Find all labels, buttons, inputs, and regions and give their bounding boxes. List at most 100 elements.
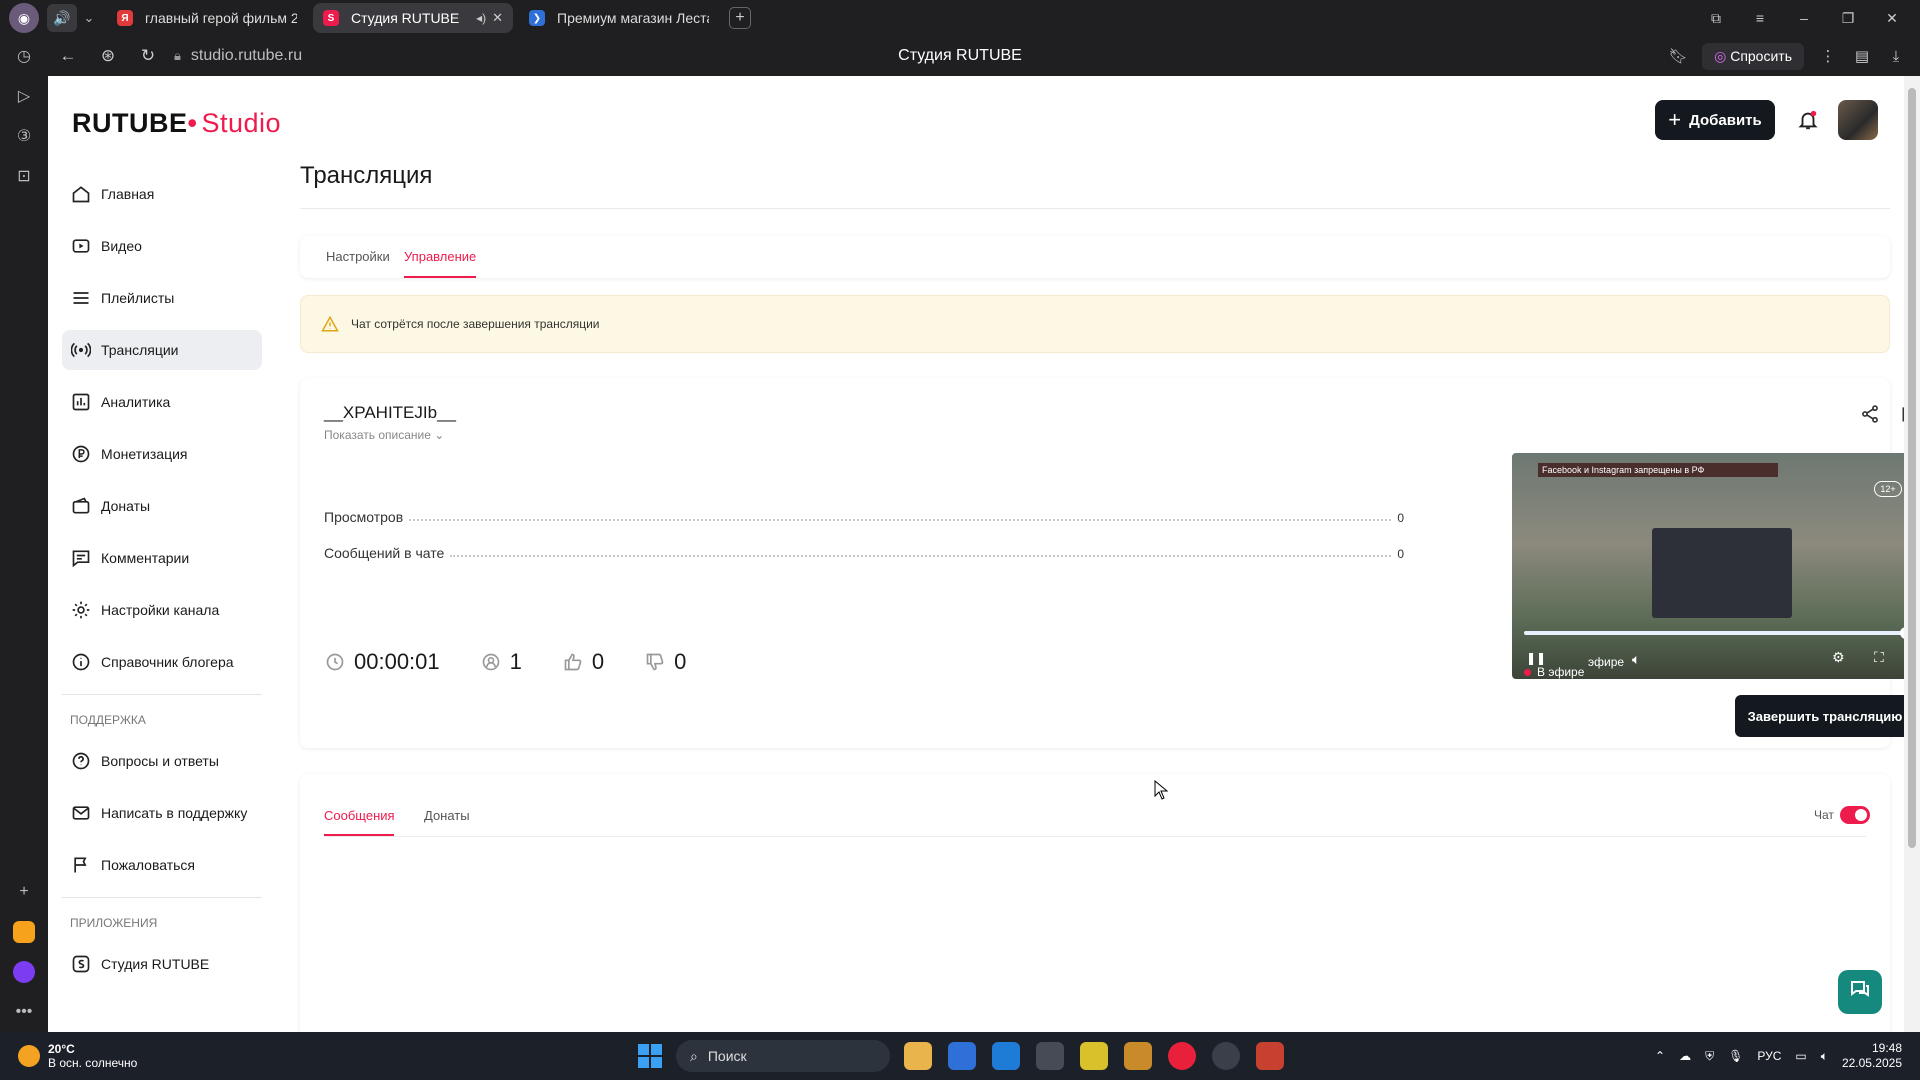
game-client-icon[interactable] bbox=[1256, 1042, 1284, 1070]
browser-tab-1[interactable]: Я главный герой фильм 20 bbox=[107, 3, 307, 33]
minimize-icon[interactable]: – bbox=[1782, 10, 1826, 27]
pause-icon[interactable]: ❚❚ bbox=[1526, 651, 1546, 665]
tab-donations[interactable]: Донаты bbox=[424, 808, 470, 823]
bookmark-icon[interactable]: 🔖︎ bbox=[1668, 47, 1688, 65]
bell-icon[interactable] bbox=[1794, 106, 1822, 134]
sidebar-item-channel-settings[interactable]: Настройки канала bbox=[62, 590, 262, 630]
chat-warning-banner: Чат сотрётся после завершения трансляции bbox=[300, 295, 1890, 353]
sidebar-item-label: Трансляции bbox=[101, 342, 179, 358]
show-description-toggle[interactable]: Показать описание ⌄ bbox=[324, 428, 444, 442]
end-stream-button[interactable]: Завершить трансляцию bbox=[1735, 695, 1904, 737]
shield-icon[interactable]: ⛨ bbox=[1705, 1049, 1714, 1064]
chat-toggle[interactable] bbox=[1840, 806, 1870, 824]
restore-icon[interactable]: ❐ bbox=[1826, 10, 1870, 27]
tab-manager-icon[interactable]: ⧉ bbox=[1694, 10, 1738, 27]
tab-list-chevron-icon[interactable]: ⌄ bbox=[77, 10, 101, 26]
browser-profile-avatar[interactable]: ◉ bbox=[9, 3, 39, 33]
volume-icon[interactable]: 🔈︎ bbox=[1632, 651, 1640, 668]
app-icon[interactable] bbox=[1124, 1042, 1152, 1070]
tray-chevron-icon[interactable]: ⌃ bbox=[1655, 1049, 1665, 1063]
microphone-icon[interactable]: 🎙︎ bbox=[1728, 1049, 1743, 1063]
tab-settings[interactable]: Настройки bbox=[326, 249, 390, 264]
volume-tray-icon[interactable]: 🔈︎ bbox=[1821, 1049, 1828, 1064]
avatar[interactable] bbox=[1838, 100, 1878, 140]
sidebar-item-studio-app[interactable]: Студия RUTUBE bbox=[62, 944, 262, 984]
close-icon[interactable]: ✕ bbox=[492, 10, 503, 26]
yandex-browser-icon[interactable] bbox=[1168, 1042, 1196, 1070]
tab-audio-icon[interactable]: ◂) bbox=[476, 11, 486, 25]
sidebar-item-monetization[interactable]: Монетизация bbox=[62, 434, 262, 474]
store-icon[interactable] bbox=[948, 1042, 976, 1070]
sidebar-item-analytics[interactable]: Аналитика bbox=[62, 382, 262, 422]
collections-icon[interactable]: ▤ bbox=[1852, 47, 1872, 65]
sidebar-item-video[interactable]: Видео bbox=[62, 226, 262, 266]
sidebar-item-playlists[interactable]: Плейлисты bbox=[62, 278, 262, 318]
menu-icon[interactable]: ≡ bbox=[1738, 10, 1782, 27]
sidebar-item-write-support[interactable]: Написать в поддержку bbox=[62, 793, 262, 833]
ask-button[interactable]: ◎ Спросить bbox=[1702, 42, 1804, 70]
sound-icon[interactable]: 🔊 bbox=[47, 4, 77, 32]
progress-fill bbox=[1524, 631, 1904, 635]
sidebar-item-report[interactable]: Пожаловаться bbox=[62, 845, 262, 885]
windows-start-icon[interactable] bbox=[638, 1044, 662, 1068]
play-icon[interactable]: ▷ bbox=[0, 76, 48, 116]
game-launcher-icon[interactable] bbox=[1080, 1042, 1108, 1070]
stream-preview-player[interactable]: Facebook и Instagram запрещены в РФ 12+ … bbox=[1512, 453, 1904, 679]
page-scrollbar[interactable] bbox=[1904, 76, 1920, 1032]
support-section-title: ПОДДЕРЖКА bbox=[70, 713, 146, 727]
outlook-icon[interactable] bbox=[992, 1042, 1020, 1070]
scroll-thumb[interactable] bbox=[1908, 88, 1916, 848]
quality-settings-icon[interactable]: ⚙ bbox=[1832, 649, 1845, 666]
language-indicator[interactable]: РУС bbox=[1757, 1049, 1781, 1063]
viewers-value: 1 bbox=[509, 649, 522, 674]
mail-app-icon[interactable] bbox=[0, 912, 48, 952]
sidebar-item-donations[interactable]: Донаты bbox=[62, 486, 262, 526]
obs-icon[interactable] bbox=[1212, 1042, 1240, 1070]
close-window-icon[interactable]: ✕ bbox=[1870, 10, 1914, 27]
url-field[interactable]: studio.rutube.ru bbox=[191, 47, 302, 65]
media-player-icon[interactable] bbox=[1036, 1042, 1064, 1070]
download-icon[interactable]: ⤓ bbox=[1886, 48, 1906, 65]
dislikes-value: 0 bbox=[674, 649, 687, 674]
sidebar-item-home[interactable]: Главная bbox=[62, 174, 262, 214]
sidebar-item-comments[interactable]: Комментарии bbox=[62, 538, 262, 578]
counter-icon[interactable]: ③ bbox=[0, 116, 48, 156]
history-icon[interactable]: ◷ bbox=[0, 36, 48, 76]
rutube-icon: S bbox=[323, 10, 339, 26]
network-icon[interactable]: ▭ bbox=[1795, 1049, 1806, 1063]
rutube-studio-logo[interactable]: RUTUBE• Studio bbox=[72, 108, 281, 139]
file-explorer-icon[interactable] bbox=[904, 1042, 932, 1070]
add-panel-icon[interactable]: + bbox=[0, 872, 48, 912]
more-vertical-icon[interactable]: ⋮ bbox=[1818, 47, 1838, 65]
alice-icon[interactable] bbox=[0, 952, 48, 992]
tab-messages[interactable]: Сообщения bbox=[324, 808, 395, 823]
chat-card: Сообщения Донаты Чат bbox=[300, 774, 1890, 1032]
taskbar-search[interactable]: ⌕ Поиск bbox=[676, 1040, 890, 1072]
sidebar-item-faq[interactable]: Вопросы и ответы bbox=[62, 741, 262, 781]
add-button[interactable]: + Добавить bbox=[1655, 100, 1775, 140]
playlist-icon bbox=[70, 287, 92, 309]
game-screen-area bbox=[1652, 528, 1792, 618]
new-tab-button[interactable]: + bbox=[729, 7, 751, 29]
divider bbox=[324, 836, 1866, 837]
cloud-icon[interactable]: ☁ bbox=[1679, 1049, 1691, 1063]
protect-icon[interactable]: ⊛ bbox=[88, 46, 128, 66]
more-horizontal-icon[interactable]: ••• bbox=[0, 992, 48, 1032]
age-rating-badge: 12+ bbox=[1874, 481, 1902, 497]
support-chat-button[interactable] bbox=[1838, 970, 1882, 1014]
screenshot-icon[interactable]: ⊡ bbox=[0, 156, 48, 196]
browser-tab-3[interactable]: ❯ Премиум магазин Леста bbox=[519, 3, 719, 33]
sidebar-item-blogger-guide[interactable]: Справочник блогера bbox=[62, 642, 262, 682]
player-progress-bar[interactable] bbox=[1524, 631, 1904, 635]
live-dot-icon bbox=[1524, 668, 1531, 676]
share-icon[interactable] bbox=[1860, 404, 1882, 426]
fullscreen-icon[interactable]: ⛶ bbox=[1874, 649, 1884, 666]
sidebar-item-broadcasts[interactable]: Трансляции bbox=[62, 330, 262, 370]
weather-widget[interactable]: 20°C В осн. солнечно bbox=[18, 1042, 137, 1070]
show-description-label: Показать описание bbox=[324, 428, 431, 442]
back-icon[interactable]: ← bbox=[48, 46, 88, 66]
reload-icon[interactable]: ↻ bbox=[128, 46, 168, 66]
tab-management[interactable]: Управление bbox=[404, 249, 476, 264]
browser-tab-2[interactable]: S Студия RUTUBE ◂) ✕ bbox=[313, 3, 513, 33]
clock[interactable]: 19:48 22.05.2025 bbox=[1842, 1041, 1902, 1071]
